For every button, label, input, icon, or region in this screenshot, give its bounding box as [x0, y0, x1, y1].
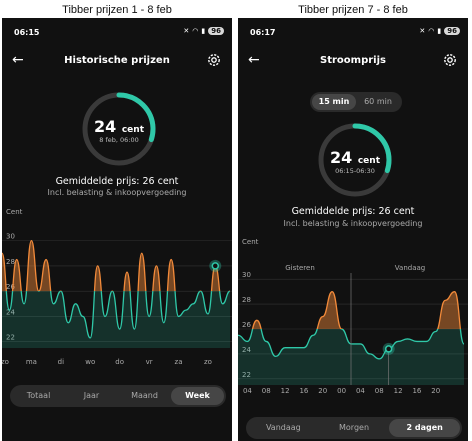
tab-2-dagen[interactable]: 2 dagen: [389, 419, 461, 437]
x-tick-label: di: [58, 358, 64, 366]
wifi-icon: ◠: [192, 27, 199, 35]
status-icons: ✕ ◠ ▮ 96: [183, 27, 224, 35]
mute-icon: ✕: [419, 27, 426, 35]
tab-morgen[interactable]: Morgen: [319, 419, 390, 437]
ring-value: 24 cent: [330, 148, 380, 167]
toggle-15-min[interactable]: 15 min: [312, 94, 356, 110]
x-tick-label: 16: [412, 387, 421, 395]
x-tick-label: 08: [262, 387, 271, 395]
current-price-dot: [384, 345, 393, 353]
wifi-icon: ◠: [428, 27, 435, 35]
x-tick-label: 12: [281, 387, 290, 395]
caption-right: Tibber prijzen 7 - 8 feb: [298, 4, 408, 16]
price-chart-week[interactable]: 3028262422zomadiwodovrzazo: [2, 214, 232, 370]
x-tick-label: za: [175, 358, 183, 366]
incl-note: Incl. belasting & inkoopvergoeding: [283, 219, 423, 228]
status-time: 06:15: [14, 28, 40, 37]
tab-maand[interactable]: Maand: [118, 387, 171, 405]
mute-icon: ✕: [183, 27, 190, 35]
x-tick-label: ma: [26, 358, 37, 366]
x-tick-label: 20: [431, 387, 440, 395]
x-tick-label: 16: [299, 387, 308, 395]
phone-historische-prijzen: 06:15 ✕ ◠ ▮ 96 ← Historische prijzen 24 …: [2, 18, 232, 441]
day-tabs: Vandaag Morgen 2 dagen: [246, 417, 462, 439]
signal-icon: ▮: [437, 27, 442, 35]
interval-toggle: 15 min 60 min: [310, 92, 402, 112]
status-icons: ✕ ◠ ▮ 96: [419, 27, 460, 35]
page-title: Stroomprijs: [320, 55, 386, 66]
area-below-avg: [2, 291, 230, 348]
settings-gear-icon[interactable]: [442, 52, 458, 68]
battery-badge: 96: [444, 27, 460, 35]
ring-value: 24 cent: [94, 117, 144, 136]
day-label: Gisteren: [285, 264, 315, 272]
tab-totaal[interactable]: Totaal: [12, 387, 65, 405]
period-tabs: Totaal Jaar Maand Week: [10, 385, 226, 407]
price-chart-2days[interactable]: 30282624220408121620000408121620Gisteren…: [238, 245, 468, 400]
y-tick-label: 28: [6, 258, 15, 266]
signal-icon: ▮: [201, 27, 206, 35]
battery-badge: 96: [208, 27, 224, 35]
caption-left: Tibber prijzen 1 - 8 feb: [62, 4, 172, 16]
x-tick-label: 04: [243, 387, 252, 395]
toggle-60-min[interactable]: 60 min: [356, 94, 400, 110]
x-tick-label: vr: [146, 358, 153, 366]
incl-note: Incl. belasting & inkoopvergoeding: [47, 188, 187, 197]
x-tick-label: 00: [337, 387, 346, 395]
settings-gear-icon[interactable]: [206, 52, 222, 68]
x-tick-label: wo: [85, 358, 95, 366]
tab-week[interactable]: Week: [171, 387, 224, 405]
ring-subtitle: 06:15-06:30: [335, 167, 375, 175]
x-tick-label: zo: [204, 358, 212, 366]
y-tick-label: 30: [6, 233, 15, 241]
y-tick-label: 26: [242, 321, 251, 329]
average-price: Gemiddelde prijs: 26 cent: [291, 206, 415, 217]
phone-stroomprijs: 06:17 ✕ ◠ ▮ 96 ← Stroomprijs 15 min 60 mi…: [238, 18, 468, 441]
tab-vandaag[interactable]: Vandaag: [248, 419, 319, 437]
average-price: Gemiddelde prijs: 26 cent: [55, 176, 179, 187]
tab-jaar[interactable]: Jaar: [65, 387, 118, 405]
x-tick-label: 08: [375, 387, 384, 395]
x-tick-label: 04: [356, 387, 365, 395]
y-tick-label: 30: [242, 271, 251, 279]
status-time: 06:17: [250, 28, 276, 37]
price-ring: 24 cent 06:15-06:30: [317, 122, 393, 198]
current-price-dot: [211, 262, 220, 270]
day-label: Vandaag: [395, 264, 425, 272]
x-tick-label: 12: [394, 387, 403, 395]
y-tick-label: 28: [242, 296, 251, 304]
ring-subtitle: 8 feb, 06:00: [99, 136, 139, 144]
x-tick-label: do: [115, 358, 124, 366]
page-title: Historische prijzen: [64, 55, 170, 66]
x-tick-label: zo: [2, 358, 9, 366]
price-ring: 24 cent 8 feb, 06:00: [81, 91, 157, 167]
x-tick-label: 20: [318, 387, 327, 395]
